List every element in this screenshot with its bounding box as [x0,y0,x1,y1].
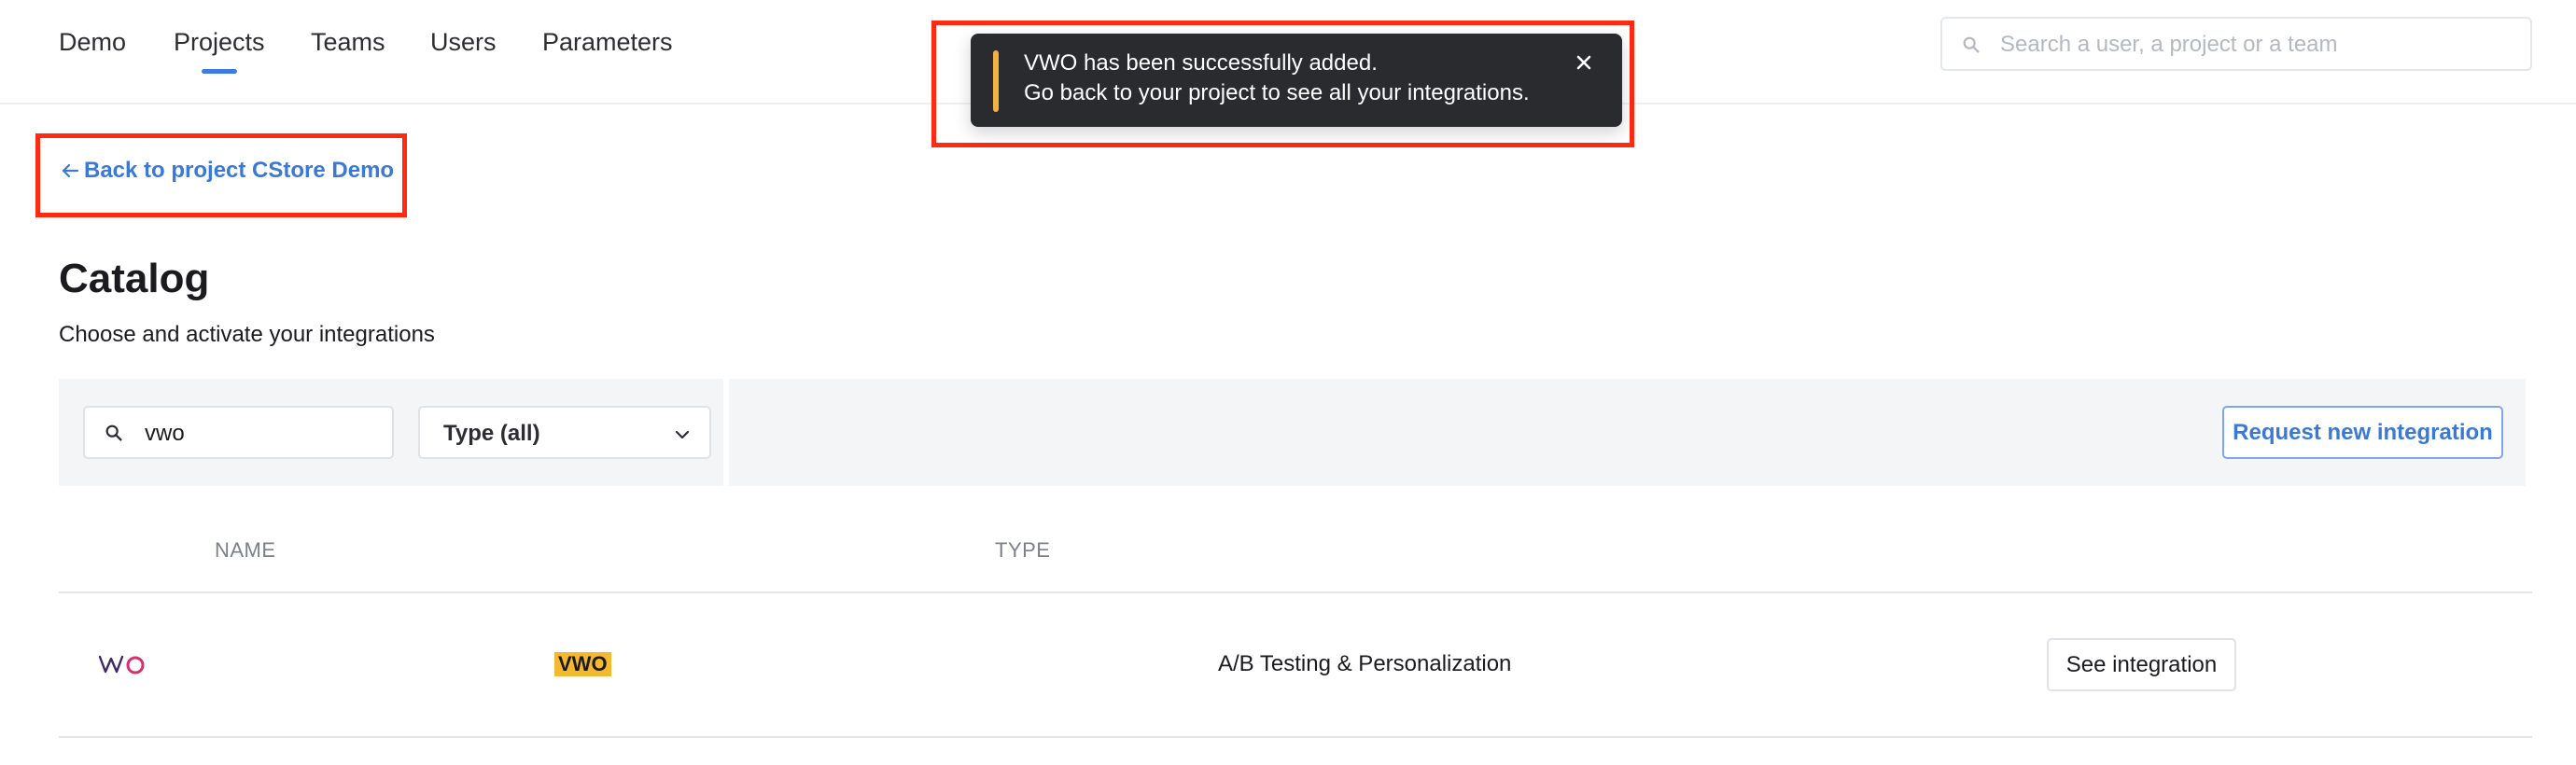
table-row-divider [59,736,2532,738]
column-header-type: TYPE [995,538,1051,562]
nav-item-parameters[interactable]: Parameters [542,28,673,57]
global-search-box[interactable] [1940,17,2532,71]
chevron-down-icon [675,430,690,439]
back-to-project-link[interactable]: Back to project CStore Demo [60,158,394,184]
see-integration-button[interactable]: See integration [2047,638,2236,691]
page-title: Catalog [59,256,210,301]
catalog-search-value: vwo [145,421,185,446]
search-icon [1963,36,1980,53]
catalog-search-input[interactable]: vwo [83,406,394,459]
nav-item-projects[interactable]: Projects [174,28,265,57]
page-subtitle: Choose and activate your integrations [59,322,435,347]
toast-accent-bar [993,50,999,112]
nav-item-users[interactable]: Users [430,28,497,57]
integration-type: A/B Testing & Personalization [1218,651,1512,676]
success-toast: VWO has been successfully added. Go back… [971,34,1622,127]
arrow-left-icon [62,163,79,178]
column-header-name: NAME [215,538,276,562]
global-search-input[interactable] [2000,26,2513,63]
type-filter-select[interactable]: Type (all) [418,406,711,459]
toast-message-line1: VWO has been successfully added. [1024,50,1378,76]
request-new-integration-button[interactable]: Request new integration [2222,406,2503,459]
nav-item-demo[interactable]: Demo [59,28,126,57]
integration-name: VWO [554,652,611,676]
nav-item-teams[interactable]: Teams [311,28,385,57]
type-filter-value: Type (all) [443,421,540,446]
table-header-divider [59,591,2532,593]
back-link-label: Back to project CStore Demo [84,158,395,183]
close-icon[interactable] [1568,47,1600,78]
search-icon [105,424,122,441]
vwo-logo-icon [98,655,145,675]
toast-message-line2: Go back to your project to see all your … [1024,80,1530,105]
